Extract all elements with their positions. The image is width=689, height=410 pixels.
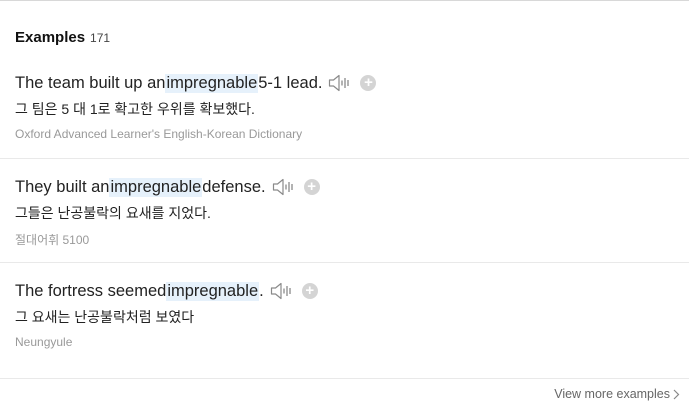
examples-footer: View more examples <box>0 378 689 410</box>
example-divider <box>0 262 689 263</box>
add-to-wordbook-icon[interactable]: + <box>360 75 377 91</box>
top-divider <box>0 0 689 1</box>
sentence-text: The team built up an <box>15 73 166 92</box>
sentence-text: . <box>259 281 264 300</box>
highlighted-word: impregnable <box>165 73 259 93</box>
example-translation: 그 팀은 5 대 1로 확고한 우위를 확보했다. <box>15 101 255 117</box>
example-count: 171 <box>90 31 111 45</box>
speaker-icon[interactable] <box>328 73 352 93</box>
example-source: Neungyule <box>15 335 73 349</box>
examples-header: Examples 171 <box>15 29 110 46</box>
speaker-icon[interactable] <box>272 177 296 197</box>
sentence-text: defense. <box>202 177 266 196</box>
view-more-label: View more examples <box>554 387 670 401</box>
sentence-text: 5-1 lead. <box>258 73 323 92</box>
chevron-right-icon <box>673 389 680 400</box>
speaker-icon[interactable] <box>270 281 294 301</box>
sentence-text: The fortress seemed <box>15 281 167 300</box>
highlighted-word: impregnable <box>166 281 260 301</box>
add-to-wordbook-icon[interactable]: + <box>303 179 320 195</box>
example-divider <box>0 158 689 159</box>
example-source: 절대어휘 5100 <box>15 233 90 247</box>
example-sentence: They built an impregnable defense. + <box>15 176 320 198</box>
highlighted-word: impregnable <box>109 177 203 197</box>
view-more-examples-link[interactable]: View more examples <box>554 387 680 401</box>
example-source: Oxford Advanced Learner's English-Korean… <box>15 127 303 141</box>
add-to-wordbook-icon[interactable]: + <box>301 283 318 299</box>
example-translation: 그 요새는 난공불락처럼 보였다 <box>15 309 195 325</box>
example-sentence: The fortress seemed impregnable. + <box>15 280 318 302</box>
example-sentence: The team built up an impregnable 5-1 lea… <box>15 72 377 94</box>
example-translation: 그들은 난공불락의 요새를 지었다. <box>15 205 211 221</box>
section-title: Examples <box>15 29 86 46</box>
sentence-text: They built an <box>15 177 110 196</box>
